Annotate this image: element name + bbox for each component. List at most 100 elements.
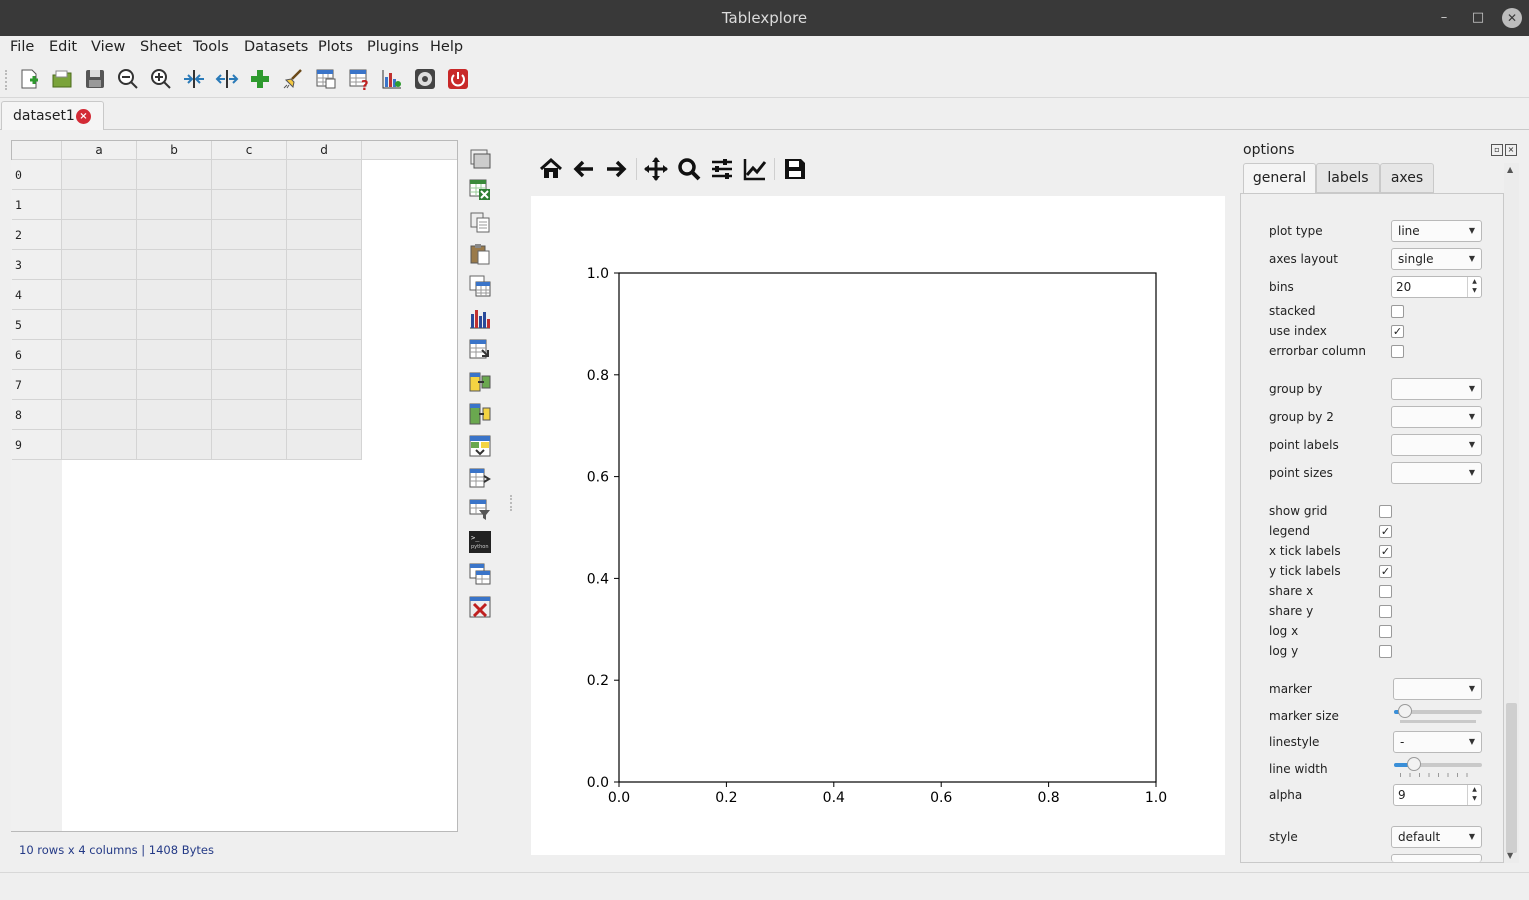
table-cell[interactable] xyxy=(212,370,287,400)
table-cell[interactable] xyxy=(287,190,362,220)
column-header[interactable]: d xyxy=(287,141,362,160)
table-cell[interactable] xyxy=(212,220,287,250)
axes-layout-select[interactable]: single ▼ xyxy=(1391,248,1482,270)
excel-icon[interactable] xyxy=(468,178,492,202)
table-cell[interactable] xyxy=(137,340,212,370)
table-cell[interactable] xyxy=(62,340,137,370)
copy-icon[interactable] xyxy=(468,210,492,234)
tab-general[interactable]: general xyxy=(1243,163,1316,194)
menu-plugins[interactable]: Plugins xyxy=(367,39,419,55)
paste-icon[interactable] xyxy=(468,242,492,266)
transpose-icon[interactable] xyxy=(468,338,492,362)
log-x-checkbox[interactable] xyxy=(1379,625,1392,638)
new-icon[interactable] xyxy=(17,67,41,91)
table-cell[interactable] xyxy=(287,340,362,370)
table-cell[interactable] xyxy=(287,160,362,190)
row-header[interactable]: 5 xyxy=(12,310,62,340)
home-icon[interactable] xyxy=(538,156,564,182)
spin-arrows-icon[interactable]: ▲ ▼ xyxy=(1467,785,1481,805)
bins-spinbox[interactable]: 20 ▲ ▼ xyxy=(1391,276,1482,298)
filter-icon[interactable] xyxy=(468,498,492,522)
table-help-icon[interactable]: ? xyxy=(347,67,371,91)
column-header[interactable]: a xyxy=(62,141,137,160)
column-header[interactable]: c xyxy=(212,141,287,160)
row-header[interactable]: 0 xyxy=(12,160,62,190)
table-cell[interactable] xyxy=(137,220,212,250)
table-cell[interactable] xyxy=(287,220,362,250)
stacked-checkbox[interactable] xyxy=(1391,305,1404,318)
share-y-checkbox[interactable] xyxy=(1379,605,1392,618)
table-cell[interactable] xyxy=(62,280,137,310)
slider-handle[interactable] xyxy=(1407,757,1421,771)
menu-file[interactable]: File xyxy=(10,39,34,55)
table-cell[interactable] xyxy=(137,190,212,220)
errorbar-column-checkbox[interactable] xyxy=(1391,345,1404,358)
show-grid-checkbox[interactable] xyxy=(1379,505,1392,518)
group-by-2-select[interactable]: ▼ xyxy=(1391,406,1482,428)
slider-handle[interactable] xyxy=(1398,704,1412,718)
close-tab-icon[interactable]: × xyxy=(76,109,91,124)
scroll-up-icon[interactable]: ▲ xyxy=(1507,165,1513,174)
linestyle-select[interactable]: - ▼ xyxy=(1393,731,1482,753)
line-width-slider[interactable] xyxy=(1394,757,1482,771)
zoom-in-icon[interactable] xyxy=(149,67,173,91)
spin-arrows-icon[interactable]: ▲ ▼ xyxy=(1467,277,1481,297)
subplots-icon[interactable] xyxy=(709,156,735,182)
back-icon[interactable] xyxy=(571,156,597,182)
table-cell[interactable] xyxy=(62,160,137,190)
table-cell[interactable] xyxy=(287,280,362,310)
table-cell[interactable] xyxy=(212,190,287,220)
menu-view[interactable]: View xyxy=(91,39,125,55)
zoom-out-icon[interactable] xyxy=(116,67,140,91)
table-cell[interactable] xyxy=(137,430,212,460)
legend-checkbox[interactable]: ✓ xyxy=(1379,525,1392,538)
pan-icon[interactable] xyxy=(643,156,669,182)
use-index-checkbox[interactable]: ✓ xyxy=(1391,325,1404,338)
menu-sheet[interactable]: Sheet xyxy=(140,39,182,55)
zoom-icon[interactable] xyxy=(676,156,702,182)
concat-icon[interactable] xyxy=(468,402,492,426)
merge-icon[interactable] xyxy=(468,370,492,394)
compress-columns-icon[interactable] xyxy=(182,67,206,91)
plot-icon[interactable] xyxy=(380,67,404,91)
x-tick-labels-checkbox[interactable]: ✓ xyxy=(1379,545,1392,558)
table-cell[interactable] xyxy=(287,250,362,280)
close-dock-icon[interactable]: × xyxy=(1505,144,1517,156)
alpha-spinbox[interactable]: 9 ▲ ▼ xyxy=(1393,784,1482,806)
table-cell[interactable] xyxy=(137,250,212,280)
save-figure-icon[interactable] xyxy=(782,156,808,182)
float-dock-icon[interactable]: ▫ xyxy=(1491,144,1503,156)
table-cell[interactable] xyxy=(212,400,287,430)
python-icon[interactable]: >_ python xyxy=(468,530,492,554)
tab-dataset1[interactable]: dataset1 × xyxy=(1,101,104,130)
table-cell[interactable] xyxy=(137,160,212,190)
point-sizes-select[interactable]: ▼ xyxy=(1391,462,1482,484)
row-header[interactable]: 6 xyxy=(12,340,62,370)
next-select-partial[interactable] xyxy=(1391,854,1482,862)
edit-axes-icon[interactable] xyxy=(742,156,768,182)
delete-icon[interactable] xyxy=(468,595,492,619)
table-cell[interactable] xyxy=(137,280,212,310)
table-cell[interactable] xyxy=(62,310,137,340)
add-icon[interactable] xyxy=(248,67,272,91)
options-scrollbar[interactable]: ▲ ▼ xyxy=(1504,163,1519,863)
row-header[interactable]: 8 xyxy=(12,400,62,430)
table-cell[interactable] xyxy=(62,430,137,460)
bar-chart-icon[interactable] xyxy=(468,306,492,330)
corner-header[interactable] xyxy=(12,141,62,160)
table-cell[interactable] xyxy=(212,340,287,370)
table-cell[interactable] xyxy=(137,400,212,430)
open-icon[interactable] xyxy=(50,67,74,91)
menu-plots[interactable]: Plots xyxy=(318,39,353,55)
table-icon[interactable] xyxy=(468,274,492,298)
share-x-checkbox[interactable] xyxy=(1379,585,1392,598)
table-preview-icon[interactable] xyxy=(314,67,338,91)
quit-icon[interactable] xyxy=(446,67,470,91)
row-header[interactable]: 2 xyxy=(12,220,62,250)
table-export-icon[interactable] xyxy=(468,466,492,490)
save-icon[interactable] xyxy=(83,67,107,91)
row-header[interactable]: 1 xyxy=(12,190,62,220)
minimize-button[interactable]: – xyxy=(1434,8,1454,28)
y-tick-labels-checkbox[interactable]: ✓ xyxy=(1379,565,1392,578)
plot-type-select[interactable]: line ▼ xyxy=(1391,220,1482,242)
